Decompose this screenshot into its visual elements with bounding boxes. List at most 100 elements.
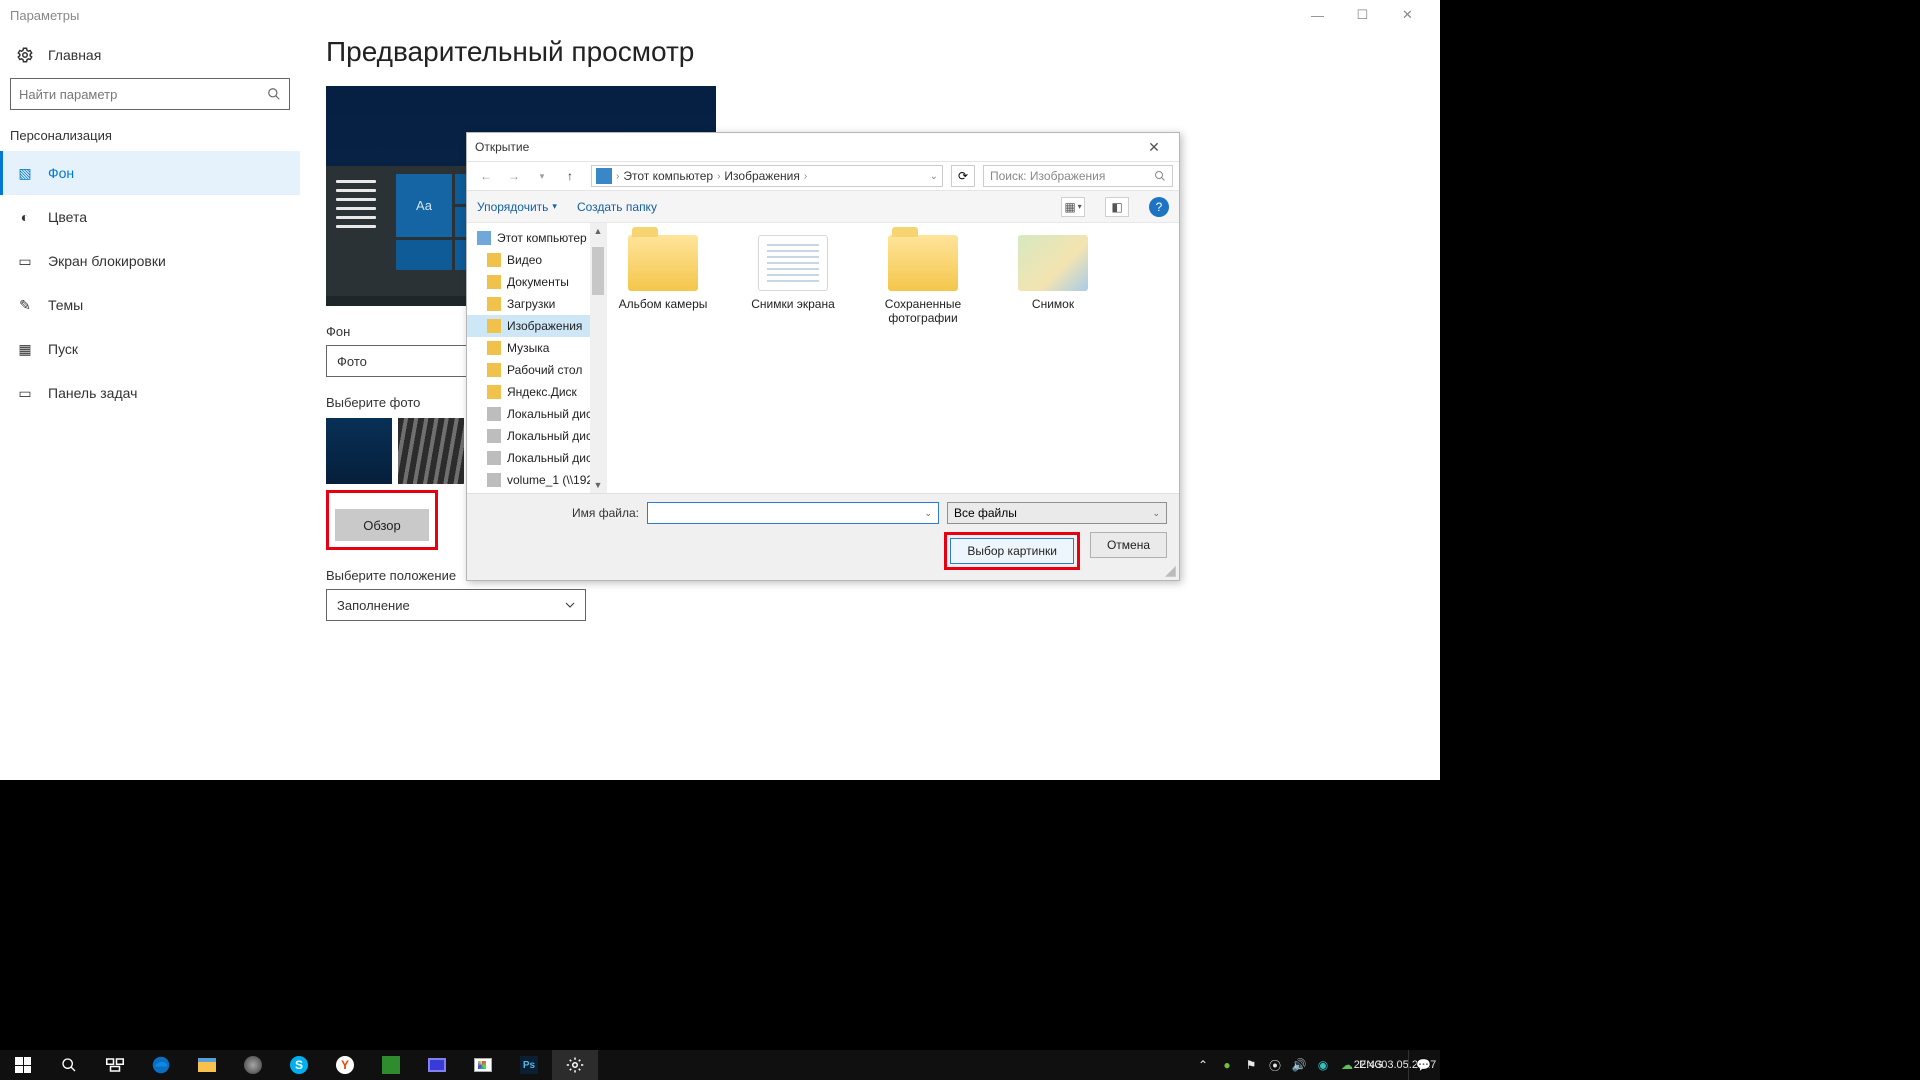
nav-icon: ▦ (16, 340, 34, 358)
tree-scrollbar[interactable]: ▲ ▼ (590, 223, 606, 493)
dialog-footer: Имя файла: ⌄ Все файлы⌄ Выбор картинки О… (467, 493, 1179, 580)
tree-item[interactable]: Изображения (467, 315, 606, 337)
taskbar-app[interactable] (230, 1050, 276, 1080)
tray-icon[interactable]: ● (1216, 1050, 1238, 1080)
tree-item[interactable]: Музыка (467, 337, 606, 359)
sidebar-item-5[interactable]: ▭Панель задач (0, 371, 300, 415)
taskbar-app-explorer[interactable] (184, 1050, 230, 1080)
refresh-button[interactable]: ⟳ (951, 165, 975, 187)
nav-recent-dropdown[interactable]: ▾ (529, 164, 555, 188)
tray-volume-icon[interactable]: 🔊 (1288, 1050, 1310, 1080)
preview-pane-button[interactable]: ◧ (1105, 197, 1129, 217)
folder-icon (888, 235, 958, 291)
taskbar-app-photoshop[interactable]: Ps (506, 1050, 552, 1080)
file-list[interactable]: Альбом камеры Снимки экрана Сохраненные фо… (607, 223, 1179, 493)
nav-forward-button[interactable]: → (501, 164, 527, 188)
filename-input[interactable]: ⌄ (647, 502, 939, 524)
tree-item-label: Локальный диск (507, 451, 597, 465)
nav-icon: ✎ (16, 296, 34, 314)
scroll-thumb[interactable] (592, 247, 604, 295)
dialog-close-button[interactable]: ✕ (1137, 136, 1171, 158)
organize-menu[interactable]: Упорядочить ▾ (477, 200, 557, 214)
home-link[interactable]: Главная (0, 40, 300, 78)
sidebar-item-0[interactable]: ▧Фон (0, 151, 300, 195)
tree-item[interactable]: Рабочий стол (467, 359, 606, 381)
scroll-up-icon[interactable]: ▲ (590, 223, 606, 239)
taskbar-app-skype[interactable]: S (276, 1050, 322, 1080)
tree-item[interactable]: Локальный диск (467, 447, 606, 469)
file-item[interactable]: Сохраненные фотографии (873, 235, 973, 325)
file-item[interactable]: Снимки экрана (743, 235, 843, 311)
crumb[interactable]: Этот компьютер (623, 169, 713, 183)
tree-item-label: Этот компьютер (497, 231, 587, 245)
nav-up-button[interactable]: ↑ (557, 164, 583, 188)
photo-thumb[interactable] (326, 418, 392, 484)
nav-back-button[interactable]: ← (473, 164, 499, 188)
annotation-highlight: Обзор (326, 490, 438, 550)
task-view-button[interactable] (92, 1050, 138, 1080)
window-close-button[interactable]: ✕ (1385, 0, 1430, 30)
open-button[interactable]: Выбор картинки (950, 538, 1074, 564)
folder-icon (487, 451, 501, 465)
help-button[interactable]: ? (1149, 197, 1169, 217)
start-button[interactable] (0, 1050, 46, 1080)
taskbar-app[interactable] (368, 1050, 414, 1080)
tree-item[interactable]: Видео (467, 249, 606, 271)
resize-grip[interactable]: ◢ (1165, 566, 1177, 578)
taskbar-app-paint[interactable] (460, 1050, 506, 1080)
taskbar: S Y Ps ⌃ ● ⚑ ⦿ 🔊 ◉ ☁ ENG 22:43 03.05.201… (0, 1050, 1440, 1080)
tray-chevron-icon[interactable]: ⌃ (1192, 1050, 1214, 1080)
tree-item[interactable]: volume_1 (\\192 (467, 469, 606, 491)
file-open-dialog: Открытие ✕ ← → ▾ ↑ › Этот компьютер › Из… (466, 132, 1180, 581)
sidebar-item-1[interactable]: ◐Цвета (0, 195, 300, 239)
file-item[interactable]: Альбом камеры (613, 235, 713, 311)
window-maximize-button[interactable]: ☐ (1340, 0, 1385, 30)
crumb[interactable]: Изображения (724, 169, 799, 183)
tree-item[interactable]: Яндекс.Диск (467, 381, 606, 403)
filetype-combobox[interactable]: Все файлы⌄ (947, 502, 1167, 524)
window-titlebar: Параметры — ☐ ✕ (0, 0, 1440, 30)
tree-item[interactable]: Загрузки (467, 293, 606, 315)
folder-icon (628, 235, 698, 291)
taskbar-search-button[interactable] (46, 1050, 92, 1080)
settings-left-pane: Главная Найти параметр Персонализация ▧Ф… (0, 30, 300, 780)
settings-search-input[interactable]: Найти параметр (10, 78, 290, 110)
tree-item[interactable]: Этот компьютер (467, 227, 606, 249)
taskbar-app[interactable] (414, 1050, 460, 1080)
taskbar-app-edge[interactable] (138, 1050, 184, 1080)
tree-item[interactable]: Документы (467, 271, 606, 293)
window-minimize-button[interactable]: — (1295, 0, 1340, 30)
taskbar-app-settings[interactable] (552, 1050, 598, 1080)
view-mode-button[interactable]: ▦ ▾ (1061, 197, 1085, 217)
cancel-button[interactable]: Отмена (1090, 532, 1167, 558)
browse-button[interactable]: Обзор (335, 509, 429, 541)
sidebar-item-3[interactable]: ✎Темы (0, 283, 300, 327)
tree-item[interactable]: Локальный диск (467, 403, 606, 425)
file-item[interactable]: Снимок (1003, 235, 1103, 311)
dialog-navbar: ← → ▾ ↑ › Этот компьютер › Изображения ›… (467, 161, 1179, 191)
new-folder-button[interactable]: Создать папку (577, 200, 657, 214)
taskbar-app-yandex[interactable]: Y (322, 1050, 368, 1080)
tree-item-label: Изображения (507, 319, 582, 333)
tree-item[interactable]: Локальный диск (467, 425, 606, 447)
fit-combobox[interactable]: Заполнение (326, 589, 586, 621)
tray-notifications-button[interactable]: 💬 (1408, 1050, 1438, 1080)
folder-icon (477, 231, 491, 245)
address-breadcrumb[interactable]: › Этот компьютер › Изображения › ⌄ (591, 165, 943, 187)
folder-icon (487, 319, 501, 333)
tray-wifi-icon[interactable]: ⦿ (1264, 1050, 1286, 1080)
tray-icon[interactable]: ◉ (1312, 1050, 1334, 1080)
folder-tree[interactable]: Этот компьютер ВидеоДокументыЗагрузки Изоб… (467, 223, 607, 493)
sidebar-item-4[interactable]: ▦Пуск (0, 327, 300, 371)
tray-clock[interactable]: 22:43 03.05.2017 (1384, 1050, 1406, 1080)
tray-icon[interactable]: ⚑ (1240, 1050, 1262, 1080)
chevron-down-icon[interactable]: ⌄ (930, 171, 938, 182)
filename-label: Имя файла: (479, 506, 639, 520)
sidebar-item-2[interactable]: ▭Экран блокировки (0, 239, 300, 283)
dialog-search-input[interactable]: Поиск: Изображения (983, 165, 1173, 187)
scroll-down-icon[interactable]: ▼ (590, 477, 606, 493)
page-title: Предварительный просмотр (326, 36, 1420, 68)
folder-icon (487, 363, 501, 377)
window-title: Параметры (10, 8, 79, 23)
photo-thumb[interactable] (398, 418, 464, 484)
